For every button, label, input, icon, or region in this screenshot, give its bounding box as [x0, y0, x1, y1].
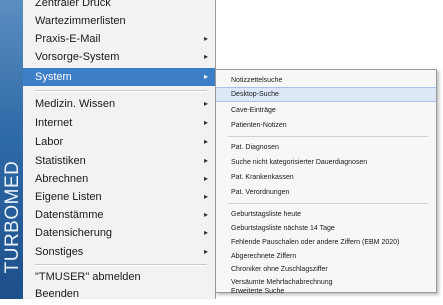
submenu-item-notizzettelsuche[interactable]: Notizzettelsuche — [216, 73, 436, 88]
submenu-item-cave-eintraege[interactable]: Cave-Einträge — [216, 103, 436, 118]
submenu-arrow-icon: ▸ — [203, 174, 208, 183]
menu-item-label: Sonstiges — [35, 246, 84, 258]
submenu-item-label: Erweiterte Suche — [231, 288, 285, 295]
submenu-arrow-icon: ▸ — [203, 192, 208, 201]
menu-item-abmelden[interactable]: "TMUSER" abmelden — [23, 268, 215, 286]
submenu-arrow-icon: ▸ — [203, 118, 208, 127]
menu-item-datensicherung[interactable]: Datensicherung ▸ — [23, 224, 215, 242]
menu-item-beenden[interactable]: Beenden — [23, 285, 215, 303]
menu-item-medizin-wissen[interactable]: Medizin. Wissen ▸ — [23, 95, 215, 113]
submenu-item-pat-krankenkassen[interactable]: Pat. Krankenkassen — [216, 170, 436, 185]
menu-item-label: Labor — [35, 136, 64, 148]
system-submenu: Notizzettelsuche Desktop-Suche Cave-Eint… — [215, 69, 437, 295]
submenu-item-label: Suche nicht kategorisierter Dauerdiagnos… — [231, 159, 368, 166]
menu-item-labor[interactable]: Labor ▸ — [23, 133, 215, 151]
submenu-arrow-icon: ▸ — [203, 137, 208, 146]
menu-item-label: Datenstämme — [35, 209, 104, 221]
submenu-arrow-icon: ▸ — [203, 72, 208, 81]
submenu-arrow-icon: ▸ — [203, 99, 208, 108]
menu-item-praxis-email[interactable]: Praxis-E-Mail ▸ — [23, 30, 215, 48]
submenu-item-label: Fehlende Pauschalen oder andere Ziffern … — [231, 239, 400, 246]
menu-item-statistiken[interactable]: Statistiken ▸ — [23, 152, 215, 170]
submenu-item-label: Patienten-Notizen — [231, 122, 287, 129]
main-menu: TURBOMED Zentraler Druck Wartezimmerlist… — [0, 0, 216, 300]
submenu-item-label: Pat. Krankenkassen — [231, 174, 294, 181]
menu-item-label: Praxis-E-Mail — [35, 33, 101, 45]
submenu-arrow-icon: ▸ — [203, 247, 208, 256]
menu-item-system[interactable]: System ▸ — [23, 68, 215, 86]
menu-item-datenstaemme[interactable]: Datenstämme ▸ — [23, 206, 215, 224]
submenu-item-label: Geburtstagsliste heute — [231, 211, 302, 218]
submenu-item-geburtstagsliste-14-tage[interactable]: Geburtstagsliste nächste 14 Tage — [216, 221, 436, 236]
brand-strip: TURBOMED — [0, 0, 23, 299]
menu-item-vorsorge-system[interactable]: Vorsorge-System ▸ — [23, 48, 215, 66]
menu-item-label: Zentraler Druck — [35, 0, 111, 9]
submenu-separator — [228, 136, 428, 137]
menu-item-label: Abrechnen — [35, 173, 89, 185]
submenu-item-pat-diagnosen[interactable]: Pat. Diagnosen — [216, 140, 436, 155]
submenu-item-label: Geburtstagsliste nächste 14 Tage — [231, 225, 335, 232]
menu-item-zentraler-druck[interactable]: Zentraler Druck — [23, 0, 215, 12]
submenu-item-geburtstagsliste-heute[interactable]: Geburtstagsliste heute — [216, 207, 436, 222]
menu-item-eigene-listen[interactable]: Eigene Listen ▸ — [23, 188, 215, 206]
submenu-arrow-icon: ▸ — [203, 52, 208, 61]
submenu-item-label: Desktop-Suche — [231, 91, 279, 98]
menu-item-abrechnen[interactable]: Abrechnen ▸ — [23, 170, 215, 188]
submenu-item-desktop-suche[interactable]: Desktop-Suche — [216, 87, 436, 102]
menu-item-label: Wartezimmerlisten — [35, 15, 126, 27]
submenu-item-dauerdiagnosen[interactable]: Suche nicht kategorisierter Dauerdiagnos… — [216, 155, 436, 170]
submenu-item-patienten-notizen[interactable]: Patienten-Notizen — [216, 118, 436, 133]
menu-separator — [35, 264, 207, 266]
menu-item-label: Datensicherung — [35, 227, 113, 239]
menu-item-label: Medizin. Wissen — [35, 98, 116, 110]
submenu-item-label: Notizzettelsuche — [231, 77, 283, 84]
submenu-arrow-icon: ▸ — [203, 156, 208, 165]
menu-item-internet[interactable]: Internet ▸ — [23, 114, 215, 132]
menu-separator — [35, 90, 207, 92]
menu-item-label: System — [35, 71, 72, 83]
menu-item-label: Internet — [35, 117, 73, 129]
menu-item-label: Beenden — [35, 288, 80, 300]
menu-item-label: Statistiken — [35, 155, 86, 167]
menu-item-label: Eigene Listen — [35, 191, 102, 203]
submenu-item-label: Cave-Einträge — [231, 107, 276, 114]
submenu-arrow-icon: ▸ — [203, 228, 208, 237]
submenu-arrow-icon: ▸ — [203, 34, 208, 43]
submenu-separator — [228, 203, 428, 204]
submenu-arrow-icon: ▸ — [203, 210, 208, 219]
submenu-item-label: Pat. Diagnosen — [231, 144, 279, 151]
menu-item-label: "TMUSER" abmelden — [35, 271, 141, 283]
menu-item-label: Vorsorge-System — [35, 51, 120, 63]
menu-item-sonstiges[interactable]: Sonstiges ▸ — [23, 243, 215, 261]
submenu-item-pat-verordnungen[interactable]: Pat. Verordnungen — [216, 185, 436, 200]
submenu-item-fehlende-pauschalen[interactable]: Fehlende Pauschalen oder andere Ziffern … — [216, 235, 436, 250]
submenu-item-erweiterte-suche[interactable]: Erweiterte Suche — [216, 288, 436, 295]
brand-logo-text: TURBOMED — [2, 160, 23, 274]
submenu-item-label: Pat. Verordnungen — [231, 189, 290, 196]
menu-item-wartezimmerlisten[interactable]: Wartezimmerlisten — [23, 12, 215, 30]
